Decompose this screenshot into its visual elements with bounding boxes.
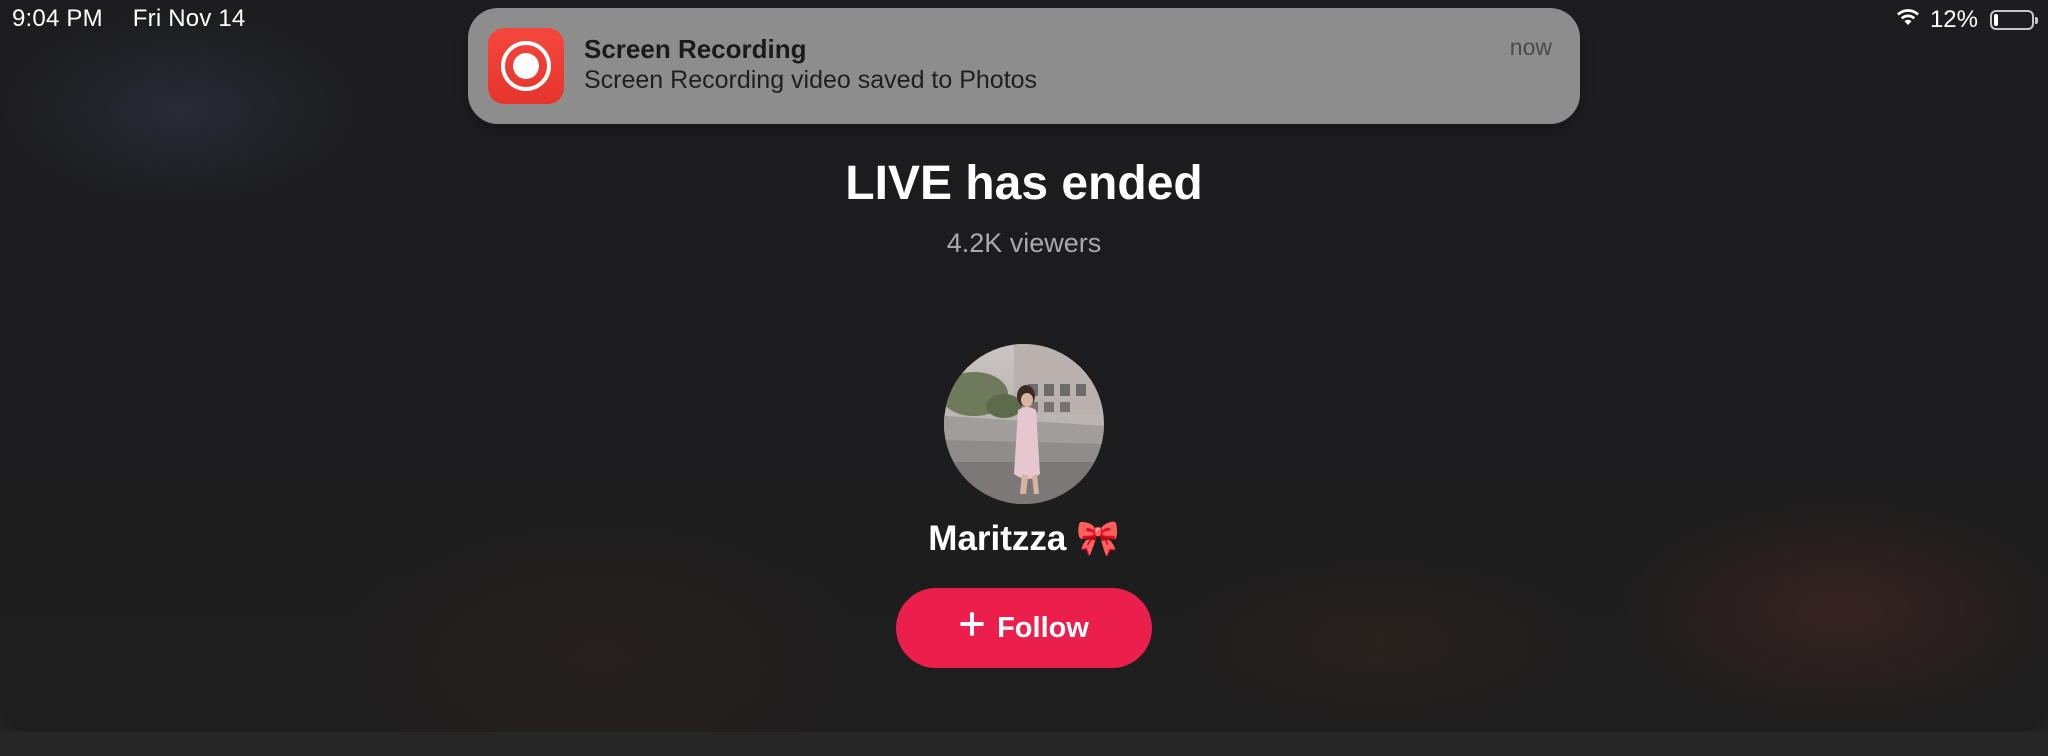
- battery-percent: 12%: [1929, 5, 1978, 33]
- battery-level-fill: [1994, 13, 1998, 26]
- notification-title: Screen Recording: [584, 34, 807, 64]
- status-bar-right: 12%: [1894, 5, 2038, 34]
- profile-photo: [944, 344, 1104, 504]
- avatar[interactable]: [944, 344, 1104, 504]
- screen-recording-icon: [488, 28, 564, 104]
- notification-body: Screen Recording video saved to Photos: [584, 66, 1038, 94]
- profile-name: Maritzza 🎀: [928, 519, 1120, 558]
- notification-time: now: [1509, 34, 1552, 60]
- status-date: Fri Nov 14: [132, 5, 246, 32]
- follow-button-label: Follow: [997, 611, 1089, 644]
- wifi-icon: [1894, 5, 1922, 34]
- screen-recording-notification[interactable]: Screen Recording Screen Recording video …: [468, 8, 1580, 124]
- live-ended-title: LIVE has ended: [845, 157, 1203, 210]
- bottom-edge: [0, 732, 2048, 756]
- plus-icon: [959, 611, 985, 645]
- live-ended-screen: 9:04 PM Fri Nov 14 12% Screen Recording …: [0, 0, 2048, 732]
- status-time: 9:04 PM: [12, 5, 103, 32]
- battery-icon: [1990, 9, 2038, 30]
- viewer-count: 4.2K viewers: [946, 228, 1102, 258]
- follow-button[interactable]: Follow: [896, 588, 1152, 668]
- status-bar-left: 9:04 PM Fri Nov 14: [12, 5, 245, 33]
